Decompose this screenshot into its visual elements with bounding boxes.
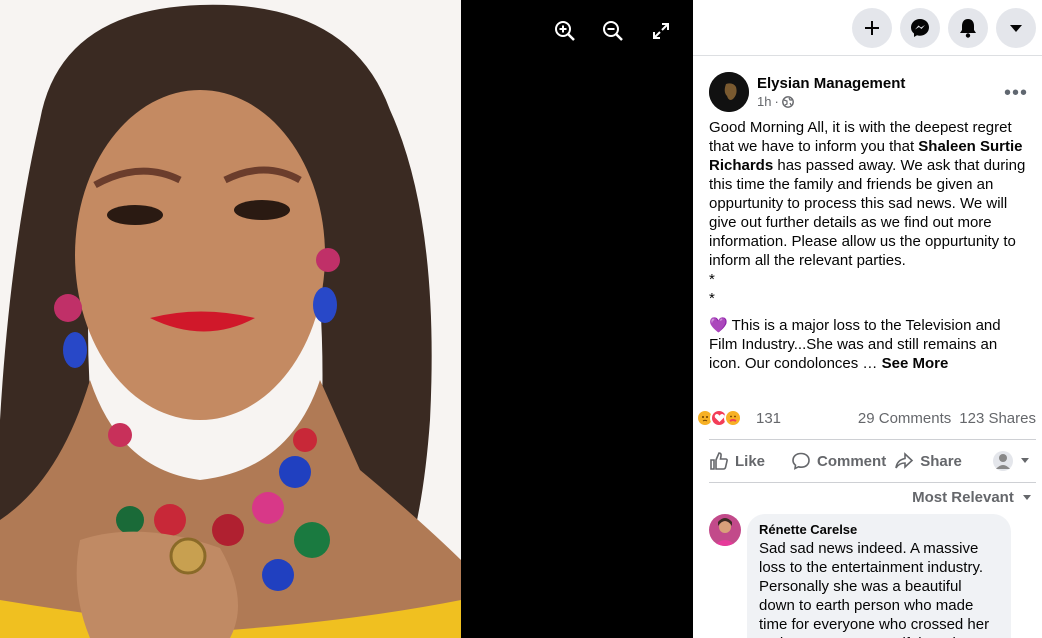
share-label: Share (920, 452, 962, 470)
comment-button[interactable]: Comment (791, 451, 886, 471)
share-button[interactable]: Share (894, 451, 962, 471)
post-text-part: This is a major loss to the Television a… (709, 317, 1001, 372)
caret-down-icon (1021, 458, 1029, 463)
viewer-controls (550, 16, 676, 46)
messenger-button[interactable] (900, 7, 940, 48)
like-icon (710, 452, 728, 470)
purple-heart-emoji: 💜 (709, 317, 728, 334)
globe-icon (781, 95, 794, 108)
portrait-image (0, 0, 461, 638)
like-label: Like (735, 452, 766, 470)
share-icon (895, 452, 914, 469)
post-header: Elysian Management 1h · ••• (693, 56, 1042, 112)
plus-icon (865, 20, 879, 35)
post-side-panel: Elysian Management 1h · ••• Good Morning… (693, 0, 1042, 638)
comment-sort-label: Most Relevant (912, 489, 1014, 506)
profile-avatar-icon (993, 451, 1013, 471)
reaction-count[interactable]: 131 (756, 410, 781, 427)
commenter-name[interactable]: Rénette Carelse (759, 522, 999, 537)
account-menu-button[interactable] (996, 7, 1036, 48)
comments-count[interactable]: 29 Comments (858, 410, 951, 427)
post-text: Good Morning All, it is with the deepest… (693, 112, 1042, 373)
caret-down-icon (1010, 24, 1022, 32)
more-options-icon[interactable]: ••• (1004, 82, 1028, 105)
page-avatar[interactable] (709, 72, 749, 112)
caret-down-icon (1023, 495, 1031, 500)
top-toolbar (693, 0, 1042, 56)
comment-text: Sad sad news indeed. A massive loss to t… (759, 540, 991, 638)
expand-icon[interactable] (646, 16, 676, 46)
bell-icon (960, 18, 976, 38)
reactions-summary: 131 29 Comments 123 Shares (693, 407, 1042, 429)
like-button[interactable]: Like (709, 451, 765, 471)
comment-bubble: Rénette Carelse Sad sad news indeed. A m… (747, 514, 1011, 638)
page-name[interactable]: Elysian Management (757, 75, 905, 92)
messenger-icon (911, 18, 929, 37)
comment-item: Rénette Carelse Sad sad news indeed. A m… (693, 506, 1042, 638)
post-photo[interactable] (0, 0, 461, 638)
comment-sort-dropdown[interactable]: Most Relevant (693, 489, 1042, 506)
post-time[interactable]: 1h (757, 94, 771, 109)
post-actions-bar: Like Comment Share (709, 439, 1036, 483)
care-reaction-icon[interactable] (724, 409, 742, 427)
see-more-link[interactable]: See More (882, 355, 949, 372)
zoom-out-icon[interactable] (598, 16, 628, 46)
commenter-avatar[interactable] (709, 514, 741, 546)
comment-label: Comment (817, 452, 887, 470)
react-as-selector[interactable] (992, 450, 1030, 472)
notifications-button[interactable] (948, 7, 988, 48)
comment-icon (792, 452, 810, 470)
shares-count[interactable]: 123 Shares (959, 410, 1036, 427)
create-button[interactable] (852, 7, 892, 48)
post-text-star: * (709, 290, 715, 307)
zoom-in-icon[interactable] (550, 16, 580, 46)
photo-viewer (0, 0, 693, 638)
post-meta: 1h · (757, 94, 905, 109)
post-text-star: * (709, 271, 715, 288)
